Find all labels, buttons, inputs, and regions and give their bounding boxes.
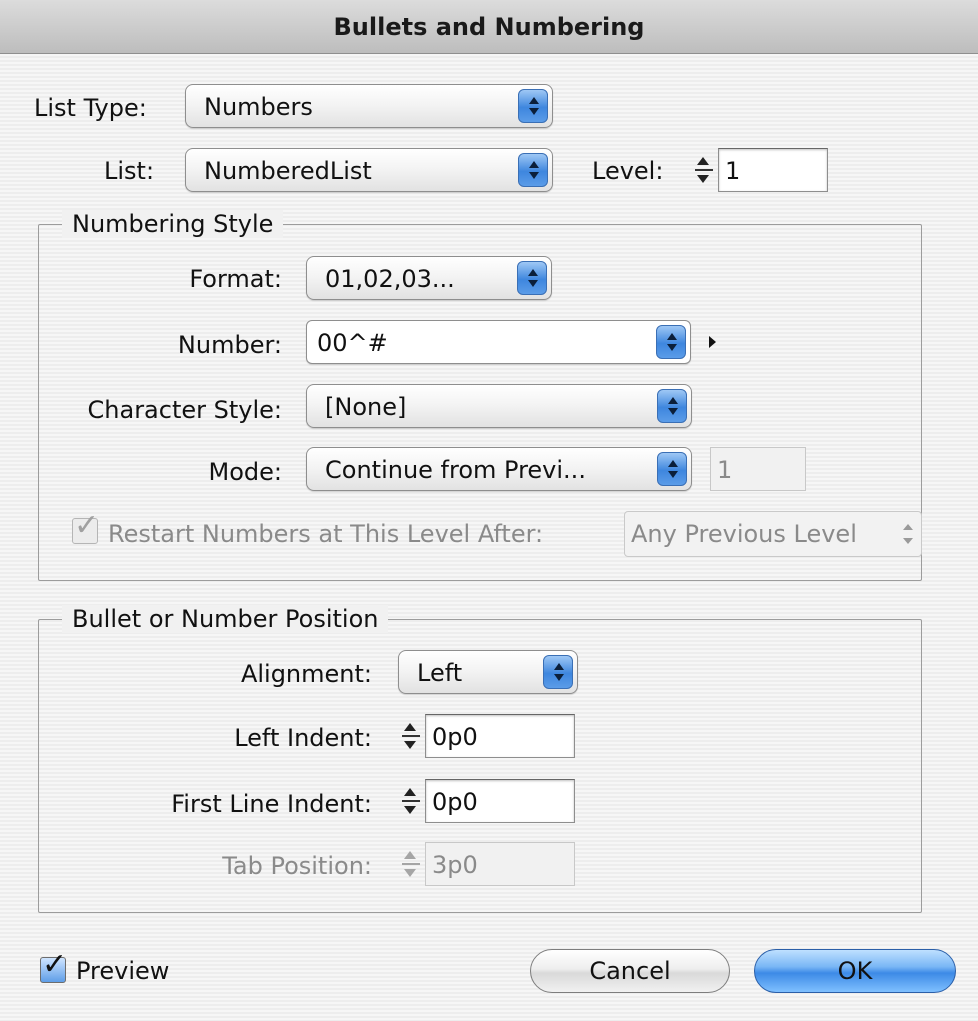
list-popup[interactable]: NumberedList <box>185 148 553 192</box>
format-label: Format: <box>189 265 282 293</box>
first-line-indent-label: First Line Indent: <box>171 790 372 818</box>
checkmark-icon: ✓ <box>74 508 100 543</box>
preview-checkbox[interactable]: ✓ <box>40 950 67 983</box>
numbering-style-legend: Numbering Style <box>62 210 284 238</box>
list-label: List: <box>104 157 155 185</box>
stepper-divider <box>695 169 713 171</box>
character-style-value: [None] <box>325 393 407 421</box>
mode-label: Mode: <box>208 458 282 486</box>
alignment-popup[interactable]: Left <box>398 650 578 694</box>
restart-numbers-label: Restart Numbers at This Level After: <box>108 520 544 548</box>
restart-after-value: Any Previous Level <box>631 520 857 548</box>
tab-position-value: 3p0 <box>432 851 478 879</box>
first-line-indent-stepper[interactable] <box>397 779 425 823</box>
list-type-value: Numbers <box>204 93 313 121</box>
insert-special-character-icon[interactable] <box>709 336 716 348</box>
alignment-value: Left <box>417 659 463 687</box>
left-indent-field[interactable]: 0p0 <box>425 714 575 758</box>
restart-after-popup[interactable]: Any Previous Level <box>624 511 922 557</box>
popup-arrows-icon <box>657 452 687 486</box>
mode-start-value: 1 <box>717 456 733 484</box>
ok-button[interactable]: OK <box>754 949 956 993</box>
number-label: Number: <box>177 331 282 359</box>
stepper-divider <box>402 800 420 802</box>
list-type-label: List Type: <box>34 94 147 122</box>
number-value: 00^# <box>317 329 388 357</box>
left-indent-label: Left Indent: <box>234 724 372 752</box>
left-indent-stepper[interactable] <box>397 714 425 758</box>
number-combo[interactable]: 00^# <box>306 320 691 364</box>
popup-arrows-icon <box>657 389 687 423</box>
level-label: Level: <box>592 157 664 185</box>
alignment-label: Alignment: <box>240 660 372 688</box>
list-type-popup[interactable]: Numbers <box>185 84 553 128</box>
dialog-title: Bullets and Numbering <box>333 12 645 41</box>
popup-arrows-icon <box>518 153 548 187</box>
stepper-divider <box>402 735 420 737</box>
popup-arrows-icon <box>901 522 915 546</box>
position-legend: Bullet or Number Position <box>62 605 389 633</box>
popup-arrows-icon <box>656 325 686 359</box>
level-field[interactable]: 1 <box>718 148 828 192</box>
restart-numbers-checkbox[interactable]: ✓ <box>72 511 99 544</box>
level-value: 1 <box>725 157 741 185</box>
character-style-label: Character Style: <box>87 396 282 424</box>
list-value: NumberedList <box>204 157 372 185</box>
mode-start-field: 1 <box>710 447 806 491</box>
cancel-button[interactable]: Cancel <box>530 949 730 993</box>
popup-arrows-icon <box>518 89 548 123</box>
first-line-indent-value: 0p0 <box>432 788 478 816</box>
format-popup[interactable]: 01,02,03... <box>306 256 552 300</box>
left-indent-value: 0p0 <box>432 723 478 751</box>
checkmark-icon: ✓ <box>42 947 68 982</box>
tab-position-label: Tab Position: <box>222 852 372 880</box>
popup-arrows-icon <box>517 261 547 295</box>
character-style-popup[interactable]: [None] <box>306 384 692 428</box>
level-stepper[interactable] <box>690 148 718 192</box>
tab-position-stepper <box>397 842 425 886</box>
popup-arrows-icon <box>543 655 573 689</box>
stepper-divider <box>402 863 420 865</box>
mode-popup[interactable]: Continue from Previ... <box>306 447 692 491</box>
first-line-indent-field[interactable]: 0p0 <box>425 779 575 823</box>
preview-label: Preview <box>76 957 170 985</box>
mode-value: Continue from Previ... <box>325 456 586 484</box>
tab-position-field: 3p0 <box>425 842 575 886</box>
format-value: 01,02,03... <box>325 265 455 293</box>
title-bar: Bullets and Numbering <box>0 0 978 54</box>
